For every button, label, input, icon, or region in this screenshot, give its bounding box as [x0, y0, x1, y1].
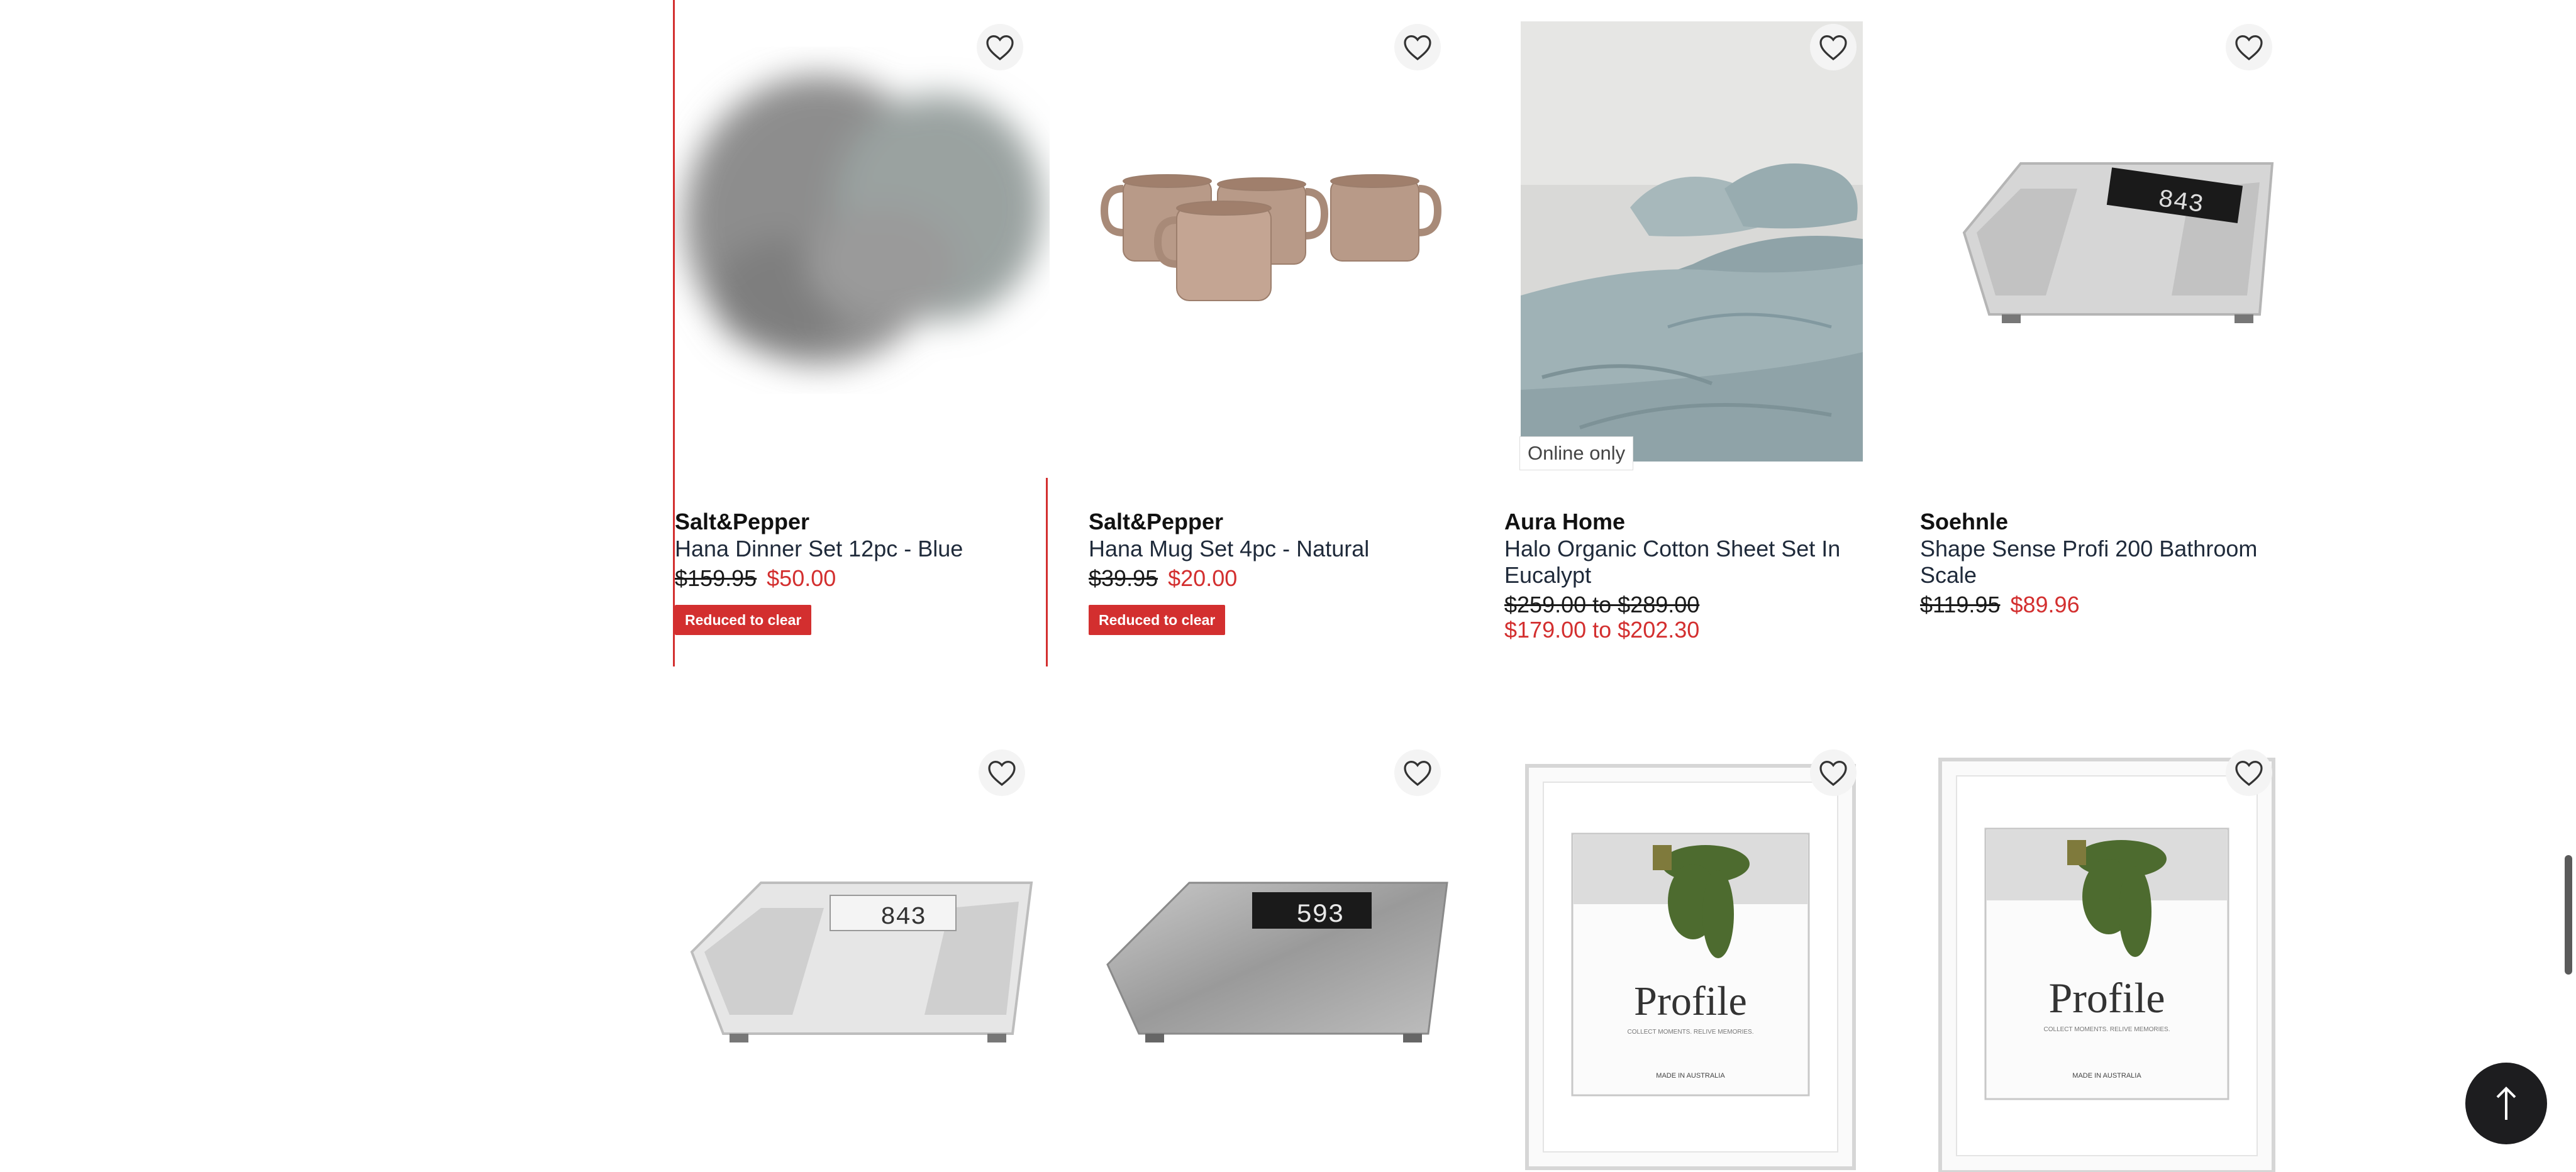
online-only-tag: Online only	[1519, 436, 1634, 470]
wishlist-button[interactable]	[1394, 749, 1441, 796]
frame-brand-text: Profile	[1634, 978, 1747, 1024]
sale-price: $89.96	[2010, 592, 2080, 617]
product-grid: Salt&Pepper Hana Dinner Set 12pc - Blue …	[673, 0, 2333, 1172]
price-block: $39.95 $20.00	[1089, 566, 1460, 591]
wishlist-button[interactable]	[2226, 24, 2272, 70]
wishlist-button[interactable]	[1810, 24, 1857, 70]
sale-price-range: $179.00 to $202.30	[1504, 617, 1700, 643]
heart-outline-icon	[2235, 760, 2263, 787]
product-card[interactable]: 593	[1089, 726, 1463, 1172]
product-title-line2[interactable]: Eucalypt	[1504, 562, 1875, 589]
arrow-up-icon	[2496, 1086, 2516, 1120]
product-card[interactable]: Profile COLLECT MOMENTS. RELIVE MEMORIES…	[1920, 726, 2295, 1172]
frame-tagline: COLLECT MOMENTS. RELIVE MEMORIES.	[2044, 1026, 2170, 1033]
price-block: $259.00 to $289.00 $179.00 to $202.30	[1504, 592, 1875, 643]
heart-outline-icon	[986, 35, 1014, 61]
was-price: $119.95	[1920, 592, 2001, 617]
heart-outline-icon	[988, 760, 1016, 787]
product-title[interactable]: Hana Dinner Set 12pc - Blue	[675, 536, 1046, 562]
product-brand[interactable]: Salt&Pepper	[1089, 508, 1460, 536]
wishlist-button[interactable]	[2226, 749, 2272, 796]
heart-outline-icon	[1819, 35, 1847, 61]
was-price: $159.95	[675, 565, 757, 591]
product-card[interactable]: Online only Aura Home Halo Organic Cotto…	[1504, 0, 1879, 666]
scale-display-text: 593	[1296, 900, 1344, 930]
product-brand[interactable]: Salt&Pepper	[675, 508, 1046, 536]
product-card[interactable]: Salt&Pepper Hana Mug Set 4pc - Natural $…	[1089, 0, 1463, 666]
sale-price: $50.00	[767, 565, 836, 591]
reduced-badge: Reduced to clear	[675, 605, 812, 635]
product-card[interactable]: Salt&Pepper Hana Dinner Set 12pc - Blue …	[673, 0, 1050, 666]
price-block: $119.95 $89.96	[1920, 592, 2291, 617]
wishlist-button[interactable]	[979, 749, 1025, 796]
wishlist-button[interactable]	[1810, 749, 1857, 796]
price-block: $159.95 $50.00	[675, 566, 1046, 591]
mug-set-image	[1089, 0, 1463, 478]
frame-footer: MADE IN AUSTRALIA	[1656, 1072, 1725, 1080]
heart-outline-icon	[1819, 760, 1847, 787]
product-brand[interactable]: Aura Home	[1504, 508, 1875, 536]
heart-outline-icon	[1404, 35, 1431, 61]
product-card[interactable]: 843	[673, 726, 1048, 1172]
sheet-set-bedding-image	[1504, 0, 1879, 478]
product-image[interactable]: 843	[1920, 0, 2295, 478]
heart-outline-icon	[1404, 760, 1431, 787]
page-scrollbar[interactable]	[2565, 855, 2572, 975]
scale-display-text: 843	[880, 904, 926, 932]
white-bathroom-scale-image: 843	[1920, 0, 2295, 478]
sale-price: $20.00	[1168, 565, 1238, 591]
was-price-range: $259.00 to $289.00	[1504, 592, 1700, 617]
product-card[interactable]: 843 Soehnle Shape Sense Profi 200 Bathro…	[1920, 0, 2295, 666]
product-image[interactable]	[1089, 0, 1463, 478]
blurred-dinner-plates-image	[675, 0, 1050, 478]
product-image[interactable]	[675, 0, 1050, 478]
heart-outline-icon	[2235, 35, 2263, 61]
frame-tagline: COLLECT MOMENTS. RELIVE MEMORIES.	[1628, 1029, 1754, 1036]
product-brand[interactable]: Soehnle	[1920, 508, 2291, 536]
product-image[interactable]: Online only	[1504, 0, 1879, 478]
reduced-badge: Reduced to clear	[1089, 605, 1226, 635]
product-title[interactable]: Shape Sense Profi 200 Bathroom Scale	[1920, 536, 2291, 589]
wishlist-button[interactable]	[977, 24, 1023, 70]
product-card[interactable]: Profile COLLECT MOMENTS. RELIVE MEMORIES…	[1504, 726, 1879, 1172]
wishlist-button[interactable]	[1394, 24, 1441, 70]
product-title[interactable]: Hana Mug Set 4pc - Natural	[1089, 536, 1460, 562]
back-to-top-button[interactable]	[2465, 1063, 2547, 1144]
product-title-line1[interactable]: Halo Organic Cotton Sheet Set In	[1504, 536, 1875, 562]
was-price: $39.95	[1089, 565, 1158, 591]
frame-brand-text: Profile	[2048, 974, 2165, 1022]
frame-footer: MADE IN AUSTRALIA	[2072, 1072, 2141, 1080]
